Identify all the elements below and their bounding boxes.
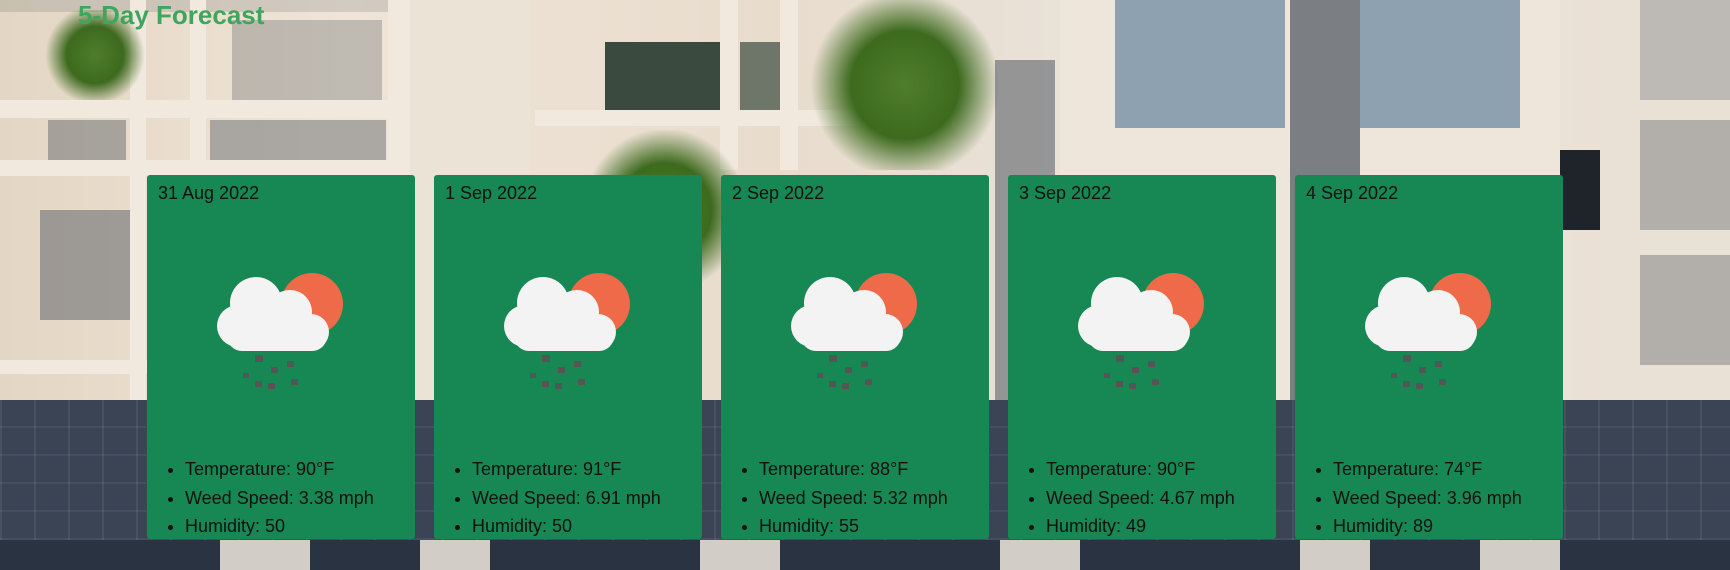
temperature-item: Temperature: 90°F — [185, 455, 374, 484]
forecast-card: 3 Sep 2022 Temperature: 90°F Weed Speed:… — [1008, 175, 1276, 539]
forecast-date: 4 Sep 2022 — [1306, 183, 1399, 203]
humidity-item: Humidity: 50 — [185, 512, 374, 541]
forecast-card: 1 Sep 2022 Temperature: 91°F Weed Speed:… — [434, 175, 702, 539]
forecast-date: 31 Aug 2022 — [158, 183, 260, 203]
temperature-item: Temperature: 90°F — [1046, 455, 1235, 484]
wind-speed-item: Weed Speed: 3.96 mph — [1333, 484, 1522, 513]
forecast-date: 2 Sep 2022 — [732, 183, 825, 203]
forecast-card: 2 Sep 2022 Temperature: 88°F Weed Speed:… — [721, 175, 989, 539]
temperature-item: Temperature: 88°F — [759, 455, 948, 484]
temperature-item: Temperature: 74°F — [1333, 455, 1522, 484]
forecast-stats: Temperature: 88°F Weed Speed: 5.32 mph H… — [759, 455, 948, 541]
forecast-stats: Temperature: 90°F Weed Speed: 4.67 mph H… — [1046, 455, 1235, 541]
humidity-item: Humidity: 49 — [1046, 512, 1235, 541]
wind-speed-item: Weed Speed: 4.67 mph — [1046, 484, 1235, 513]
wind-speed-item: Weed Speed: 3.38 mph — [185, 484, 374, 513]
humidity-item: Humidity: 50 — [472, 512, 661, 541]
forecast-card: 31 Aug 2022 Temperature: 90°F Weed Speed… — [147, 175, 415, 539]
temperature-item: Temperature: 91°F — [472, 455, 661, 484]
forecast-card: 4 Sep 2022 Temperature: 74°F Weed Speed:… — [1295, 175, 1563, 539]
humidity-item: Humidity: 89 — [1333, 512, 1522, 541]
cloud-sun-rain-icon — [217, 273, 343, 389]
cloud-sun-rain-icon — [504, 273, 630, 389]
forecast-date: 3 Sep 2022 — [1019, 183, 1112, 203]
forecast-date: 1 Sep 2022 — [445, 183, 538, 203]
forecast-stats: Temperature: 90°F Weed Speed: 3.38 mph H… — [185, 455, 374, 541]
wind-speed-item: Weed Speed: 6.91 mph — [472, 484, 661, 513]
wind-speed-item: Weed Speed: 5.32 mph — [759, 484, 948, 513]
cloud-sun-rain-icon — [791, 273, 917, 389]
cloud-sun-rain-icon — [1078, 273, 1204, 389]
forecast-stats: Temperature: 74°F Weed Speed: 3.96 mph H… — [1333, 455, 1522, 541]
page-title: 5-Day Forecast — [78, 0, 265, 30]
cloud-sun-rain-icon — [1365, 273, 1491, 389]
humidity-item: Humidity: 55 — [759, 512, 948, 541]
forecast-stats: Temperature: 91°F Weed Speed: 6.91 mph H… — [472, 455, 661, 541]
